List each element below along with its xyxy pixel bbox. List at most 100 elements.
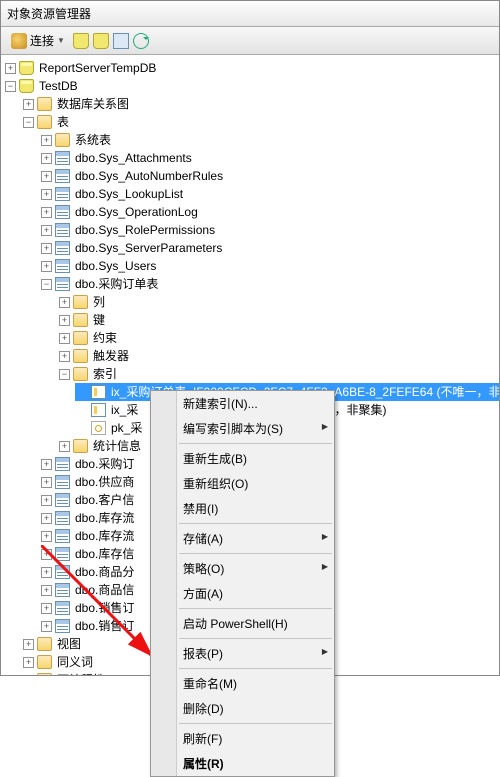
- expand-icon[interactable]: +: [59, 297, 70, 308]
- tree-node-table[interactable]: −dbo.采购订单表: [39, 275, 499, 293]
- index-icon: [91, 403, 106, 417]
- tree-node-table[interactable]: +dbo.Sys_LookupList: [39, 185, 499, 203]
- table-icon: [55, 565, 70, 579]
- table-icon: [55, 151, 70, 165]
- expand-icon[interactable]: +: [41, 495, 52, 506]
- expand-icon[interactable]: +: [41, 567, 52, 578]
- menu-separator: [179, 443, 332, 444]
- tree-node-table[interactable]: +dbo.Sys_ServerParameters: [39, 239, 499, 257]
- menu-storage[interactable]: 存储(A): [151, 526, 334, 551]
- expand-icon[interactable]: +: [23, 675, 34, 676]
- tree-node-folder[interactable]: +列: [57, 293, 499, 311]
- expand-icon[interactable]: +: [59, 315, 70, 326]
- menu-rebuild[interactable]: 重新生成(B): [151, 446, 334, 471]
- expand-icon[interactable]: +: [41, 459, 52, 470]
- table-icon: [55, 457, 70, 471]
- folder-icon: [73, 313, 88, 327]
- expand-icon[interactable]: +: [41, 207, 52, 218]
- expand-icon[interactable]: +: [23, 657, 34, 668]
- toolbar: 连接 ▼: [1, 27, 499, 55]
- expand-icon[interactable]: +: [59, 351, 70, 362]
- index-icon: [91, 385, 106, 399]
- menu-new-index[interactable]: 新建索引(N)...: [151, 391, 334, 416]
- folder-icon: [73, 295, 88, 309]
- tree-node-table[interactable]: +dbo.Sys_RolePermissions: [39, 221, 499, 239]
- menu-separator: [179, 553, 332, 554]
- expand-icon[interactable]: +: [23, 99, 34, 110]
- table-icon: [55, 475, 70, 489]
- collapse-icon[interactable]: −: [23, 117, 34, 128]
- table-icon: [55, 241, 70, 255]
- expand-icon[interactable]: +: [41, 531, 52, 542]
- tree-node-folder[interactable]: +系统表: [39, 131, 499, 149]
- menu-disable[interactable]: 禁用(I): [151, 496, 334, 521]
- menu-reports[interactable]: 报表(P): [151, 641, 334, 666]
- folder-icon: [73, 439, 88, 453]
- expand-icon[interactable]: +: [41, 621, 52, 632]
- tree-node-table[interactable]: +dbo.Sys_Users: [39, 257, 499, 275]
- tree-node-folder[interactable]: −索引: [57, 365, 499, 383]
- menu-facets[interactable]: 方面(A): [151, 581, 334, 606]
- tree-node-db[interactable]: +ReportServerTempDB: [3, 59, 499, 77]
- tree-node-folder[interactable]: +数据库关系图: [21, 95, 499, 113]
- folder-icon: [37, 655, 52, 669]
- menu-separator: [179, 608, 332, 609]
- expand-icon[interactable]: +: [41, 477, 52, 488]
- table-icon: [55, 619, 70, 633]
- refresh-icon[interactable]: [133, 33, 149, 49]
- expand-icon[interactable]: +: [41, 225, 52, 236]
- folder-icon: [73, 331, 88, 345]
- expand-icon[interactable]: +: [41, 585, 52, 596]
- tree-node-folder[interactable]: +键: [57, 311, 499, 329]
- expand-icon[interactable]: +: [41, 243, 52, 254]
- menu-refresh[interactable]: 刷新(F): [151, 726, 334, 751]
- menu-reorganize[interactable]: 重新组织(O): [151, 471, 334, 496]
- expand-icon[interactable]: +: [41, 153, 52, 164]
- expand-icon[interactable]: +: [59, 441, 70, 452]
- tree-node-folder[interactable]: −表: [21, 113, 499, 131]
- filter-icon[interactable]: [113, 33, 129, 49]
- tree-node-folder[interactable]: +约束: [57, 329, 499, 347]
- window-title: 对象资源管理器: [1, 1, 499, 27]
- menu-powershell[interactable]: 启动 PowerShell(H): [151, 611, 334, 636]
- table-icon: [55, 223, 70, 237]
- database-icon[interactable]: [73, 33, 89, 49]
- tree-node-table[interactable]: +dbo.Sys_OperationLog: [39, 203, 499, 221]
- expand-icon[interactable]: +: [5, 63, 16, 74]
- expand-icon[interactable]: +: [41, 603, 52, 614]
- expand-icon[interactable]: +: [23, 639, 34, 650]
- folder-icon: [37, 97, 52, 111]
- expand-icon[interactable]: +: [41, 513, 52, 524]
- menu-policies[interactable]: 策略(O): [151, 556, 334, 581]
- menu-separator: [179, 638, 332, 639]
- tree-node-table[interactable]: +dbo.Sys_Attachments: [39, 149, 499, 167]
- collapse-icon[interactable]: −: [41, 279, 52, 290]
- tree-node-db[interactable]: −TestDB: [3, 77, 499, 95]
- expand-icon[interactable]: +: [41, 135, 52, 146]
- table-icon: [55, 169, 70, 183]
- expand-icon[interactable]: +: [59, 333, 70, 344]
- expand-icon[interactable]: +: [41, 549, 52, 560]
- folder-icon: [37, 115, 52, 129]
- table-icon: [55, 511, 70, 525]
- connect-button[interactable]: 连接 ▼: [7, 30, 69, 51]
- tree-node-table[interactable]: +dbo.Sys_AutoNumberRules: [39, 167, 499, 185]
- menu-separator: [179, 668, 332, 669]
- database-icon[interactable]: [93, 33, 109, 49]
- folder-icon: [73, 349, 88, 363]
- menu-delete[interactable]: 删除(D): [151, 696, 334, 721]
- collapse-icon[interactable]: −: [5, 81, 16, 92]
- menu-separator: [179, 723, 332, 724]
- folder-icon: [37, 673, 52, 675]
- expand-icon[interactable]: +: [41, 189, 52, 200]
- collapse-icon[interactable]: −: [59, 369, 70, 380]
- menu-rename[interactable]: 重命名(M): [151, 671, 334, 696]
- folder-icon: [37, 637, 52, 651]
- table-icon: [55, 529, 70, 543]
- tree-node-folder[interactable]: +触发器: [57, 347, 499, 365]
- expand-icon[interactable]: +: [41, 261, 52, 272]
- menu-separator: [179, 523, 332, 524]
- menu-properties[interactable]: 属性(R): [151, 751, 334, 776]
- menu-script-as[interactable]: 编写索引脚本为(S): [151, 416, 334, 441]
- expand-icon[interactable]: +: [41, 171, 52, 182]
